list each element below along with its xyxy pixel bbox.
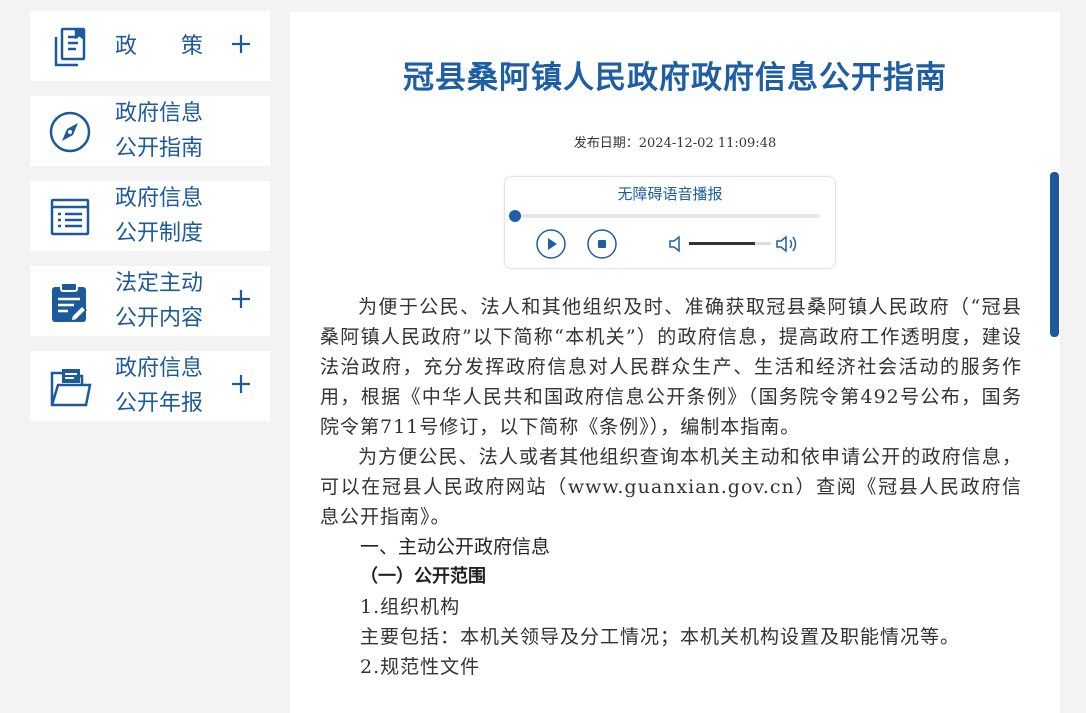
paragraph: 为方便公民、法人或者其他组织查询本机关主动和依申请公开的政府信息，可以在冠县人民… [320, 446, 1022, 528]
article-body: 为便于公民、法人和其他组织及时、准确获取冠县桑阿镇人民政府（“冠县桑阿镇人民政府… [320, 292, 1022, 682]
date-label: 发布日期： [573, 136, 639, 151]
folder-icon [50, 369, 92, 407]
page-title: 冠县桑阿镇人民政府政府信息公开指南 [403, 60, 947, 96]
stop-icon[interactable] [587, 229, 617, 259]
sidebar-item-label: 政府信息 公开年报 [115, 351, 203, 421]
volume-slider[interactable] [689, 242, 771, 245]
sidebar-label-line1: 法定主动 [115, 271, 204, 296]
plus-icon[interactable] [230, 33, 252, 55]
date-value: 2024-12-02 11:09:48 [638, 136, 777, 151]
sidebar-label-line2: 公开年报 [115, 391, 204, 416]
audio-player: 无障碍语音播报 [504, 176, 836, 269]
sidebar-item-policy[interactable]: 政 策 [30, 11, 270, 81]
volume-mute-icon[interactable] [668, 235, 684, 253]
progress-track[interactable] [515, 214, 820, 218]
sidebar-item-label: 政府信息 公开制度 [115, 181, 203, 251]
sidebar-item-annual-report[interactable]: 政府信息 公开年报 [30, 351, 270, 421]
player-title: 无障碍语音播报 [617, 185, 723, 203]
publish-date: 发布日期：2024-12-02 11:09:48 [290, 132, 1060, 151]
plus-icon[interactable] [230, 373, 252, 395]
sidebar-label-line1: 政 策 [115, 33, 204, 59]
subsection-heading: （一）公开范围 [360, 566, 486, 587]
list-item: 2.规范性文件 [360, 656, 481, 678]
progress-handle[interactable] [509, 210, 521, 222]
sidebar-label-line1: 政府信息 [115, 356, 204, 381]
compass-icon [49, 111, 91, 153]
sidebar-item-guide[interactable]: 政府信息 公开指南 [30, 96, 270, 166]
section-heading: 一、主动公开政府信息 [360, 536, 551, 558]
list-item: 主要包括：本机关领导及分工情况；本机关机构设置及职能情况等。 [360, 626, 961, 648]
clipboard-icon [52, 282, 88, 322]
sidebar-label-line2: 公开内容 [115, 306, 204, 331]
volume-level [689, 242, 755, 245]
sidebar-item-label: 政府信息 公开指南 [115, 96, 203, 166]
sidebar-item-statutory[interactable]: 法定主动 公开内容 [30, 266, 270, 336]
list-item: 1.组织机构 [360, 596, 461, 618]
sidebar-item-label: 政 策 [115, 11, 203, 81]
list-icon [50, 198, 90, 236]
plus-icon[interactable] [230, 288, 252, 310]
sidebar-label-line1: 政府信息 [115, 186, 204, 211]
volume-up-icon[interactable] [775, 234, 801, 254]
paragraph: 为便于公民、法人和其他组织及时、准确获取冠县桑阿镇人民政府（“冠县桑阿镇人民政府… [320, 296, 1022, 438]
article-panel: 冠县桑阿镇人民政府政府信息公开指南 发布日期：2024-12-02 11:09:… [290, 12, 1060, 713]
policy-document-icon [54, 27, 86, 67]
sidebar-item-system[interactable]: 政府信息 公开制度 [30, 181, 270, 251]
scrollbar-thumb[interactable] [1050, 172, 1059, 337]
play-icon[interactable] [536, 229, 566, 259]
sidebar-label-line2: 公开指南 [115, 136, 204, 161]
sidebar-label-line1: 政府信息 [115, 101, 204, 126]
sidebar-label-line2: 公开制度 [115, 221, 204, 246]
sidebar-item-label: 法定主动 公开内容 [115, 266, 203, 336]
